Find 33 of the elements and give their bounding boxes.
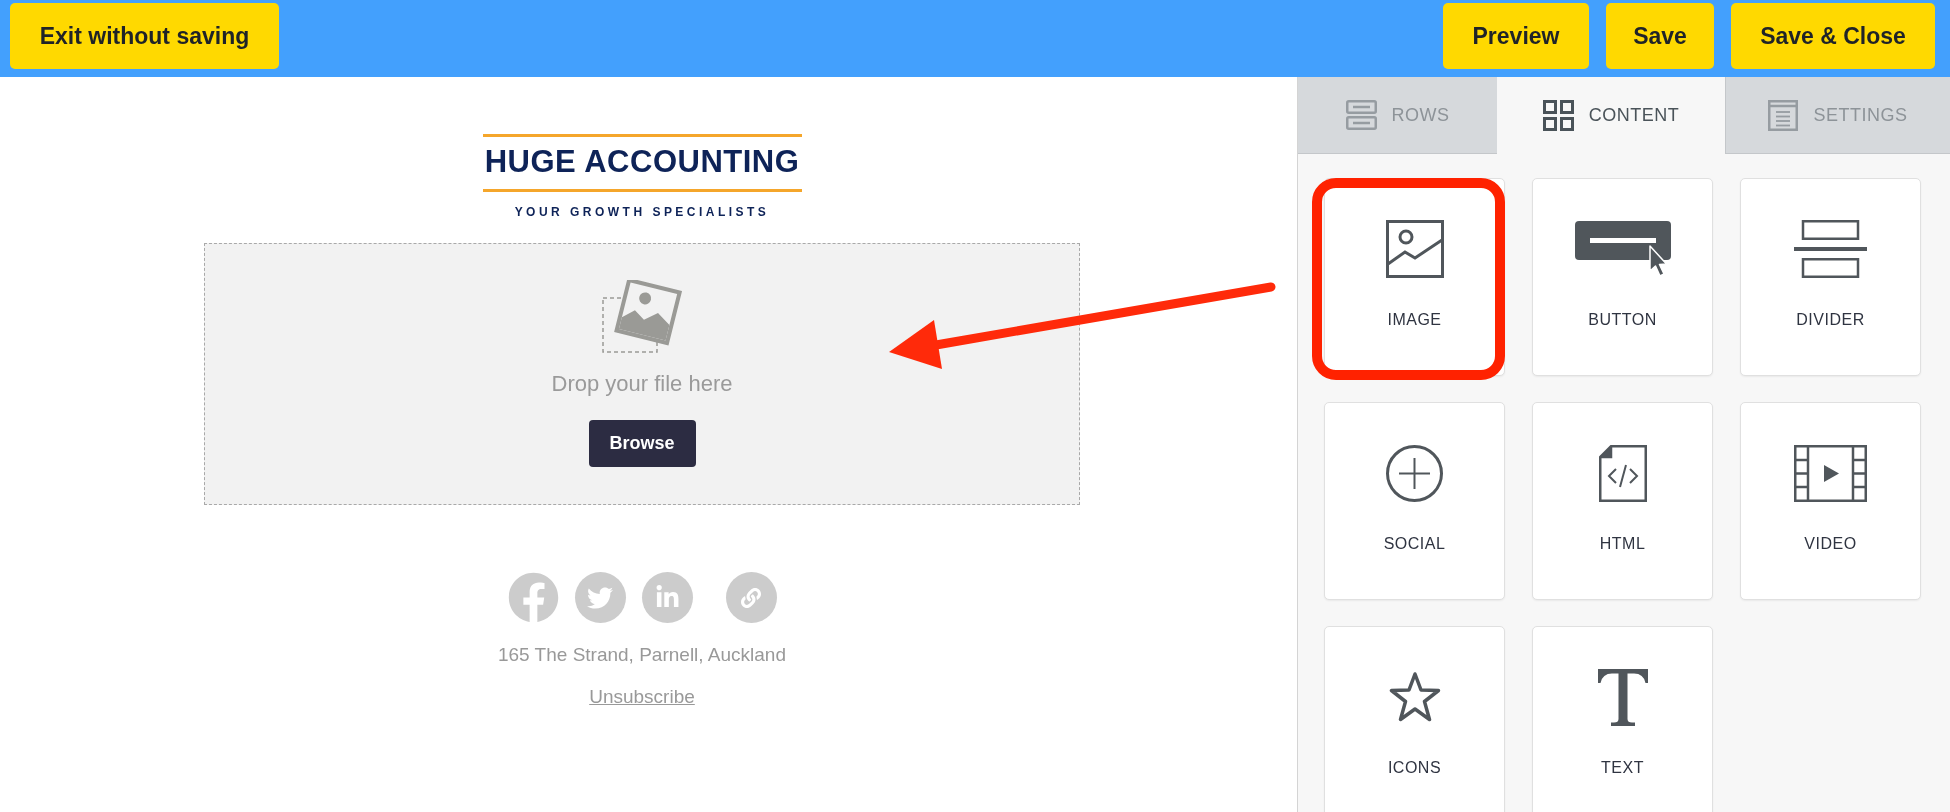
document-lines-icon <box>1768 99 1799 131</box>
film-strip-icon <box>1794 444 1867 502</box>
drop-prompt: Drop your file here <box>551 371 733 397</box>
content-block-tile[interactable]: BUTTON <box>1532 178 1713 376</box>
toolbar-action-button[interactable]: Save & Close <box>1731 3 1935 69</box>
logo-tagline: YOUR GROWTH SPECIALISTS <box>514 206 770 218</box>
content-block-tile[interactable]: VIDEO <box>1740 402 1921 600</box>
facebook-icon[interactable] <box>507 572 559 623</box>
exit-without-saving-button[interactable]: Exit without saving <box>10 3 279 69</box>
image-dropzone[interactable]: Drop your file here Browse <box>204 243 1080 505</box>
picture-icon <box>1385 220 1444 278</box>
content-block-tile[interactable]: DIVIDER <box>1740 178 1921 376</box>
rows-icon <box>1345 100 1377 130</box>
content-block-tile[interactable]: TEXT <box>1532 626 1713 812</box>
letter-t-icon <box>1597 668 1648 726</box>
content-block-tile[interactable]: HTML <box>1532 402 1713 600</box>
content-block-tile[interactable]: ICONS <box>1324 626 1505 812</box>
circle-plus-icon <box>1386 444 1443 502</box>
footer-address: 165 The Strand, Parnell, Auckland <box>498 644 786 666</box>
content-block-tile[interactable]: SOCIAL <box>1324 402 1505 600</box>
link-icon[interactable] <box>725 572 777 623</box>
divider-icon <box>1794 220 1867 278</box>
browse-button[interactable]: Browse <box>588 420 696 467</box>
toolbar-action-button[interactable]: Preview <box>1443 3 1589 69</box>
grid-icon <box>1542 100 1574 131</box>
linkedin-icon[interactable] <box>641 572 693 623</box>
star-icon <box>1388 672 1441 722</box>
image-placeholder-icon <box>602 280 682 353</box>
logo-title: HUGE ACCOUNTING <box>484 146 800 177</box>
button-cursor-icon <box>1574 220 1671 278</box>
toolbar-action-button[interactable]: Save <box>1606 3 1714 69</box>
code-file-icon <box>1598 444 1647 502</box>
twitter-icon[interactable] <box>574 572 626 623</box>
